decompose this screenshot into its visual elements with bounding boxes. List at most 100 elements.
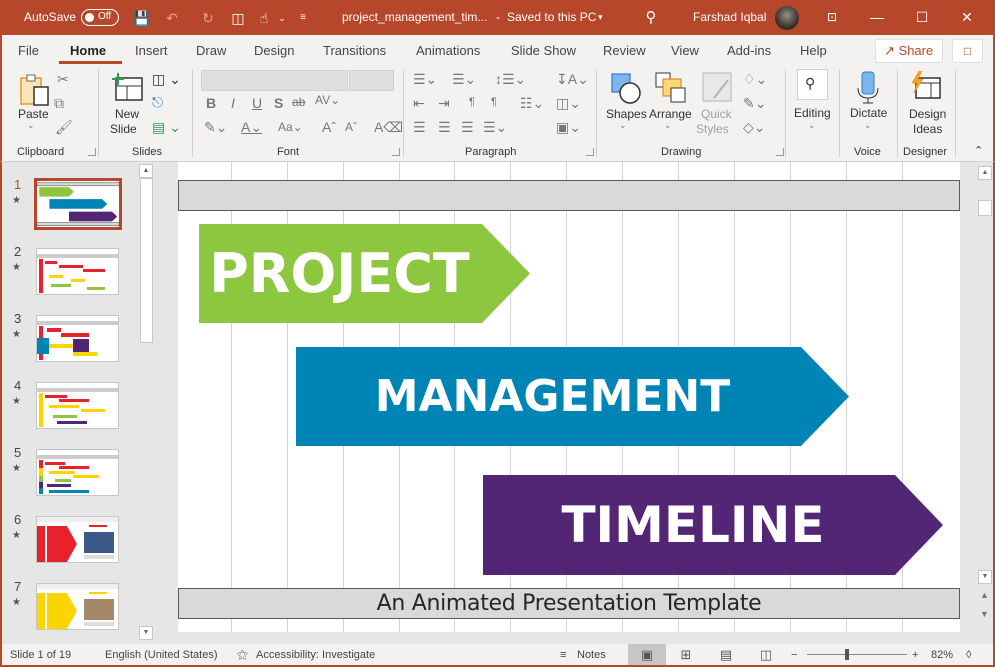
search-icon[interactable]: ⚲ xyxy=(641,8,661,28)
arrow-shape-management[interactable]: MANAGEMENT xyxy=(296,347,849,446)
font-name-select[interactable] xyxy=(201,70,348,91)
language-indicator[interactable]: English (United States) xyxy=(105,649,218,661)
chevron-down-icon[interactable]: ▾ xyxy=(598,12,603,23)
tab-home[interactable]: Home xyxy=(70,43,106,58)
numbering-icon[interactable]: ☰⌄ xyxy=(452,71,476,88)
tab-review[interactable]: Review xyxy=(603,43,646,58)
character-spacing-icon[interactable]: AV⌄ xyxy=(315,93,340,107)
minimize-icon[interactable]: — xyxy=(855,5,899,30)
tab-draw[interactable]: Draw xyxy=(196,43,226,58)
clear-formatting-icon[interactable]: A⌫ xyxy=(374,119,403,136)
paragraph-launcher-icon[interactable] xyxy=(586,148,594,156)
collapse-ribbon-icon[interactable]: ⌃ xyxy=(974,144,983,157)
redo-icon[interactable]: ↻ xyxy=(198,8,218,28)
tab-view[interactable]: View xyxy=(671,43,699,58)
user-name[interactable]: Farshad Iqbal xyxy=(693,10,766,24)
avatar[interactable] xyxy=(775,6,799,30)
notes-button[interactable]: Notes xyxy=(577,649,606,661)
scroll-up-icon[interactable]: ▲ xyxy=(978,166,992,180)
reset-slide-icon[interactable]: ⎋ xyxy=(152,94,163,111)
arrow-shape-project[interactable]: PROJECT xyxy=(199,224,530,323)
tab-animations[interactable]: Animations xyxy=(416,43,480,58)
normal-view-icon[interactable]: ▣ xyxy=(628,644,666,665)
chevron-down-icon[interactable]: ⌄ xyxy=(272,8,292,28)
save-icon[interactable]: 💾 xyxy=(132,8,152,28)
increase-font-icon[interactable]: Aˆ xyxy=(322,119,336,135)
bullets-icon[interactable]: ☰⌄ xyxy=(413,71,437,88)
arrow-shape-timeline[interactable]: TIMELINE xyxy=(483,475,943,575)
change-case-icon[interactable]: Aa⌄ xyxy=(278,120,303,134)
layout-icon[interactable]: ◫ ⌄ xyxy=(152,71,181,88)
shape-fill-icon[interactable]: ♢⌄ xyxy=(743,71,767,88)
italic-icon[interactable]: I xyxy=(231,95,235,111)
close-icon[interactable]: ✕ xyxy=(945,5,989,30)
header-bar[interactable] xyxy=(178,180,960,211)
notes-icon[interactable]: ≡ xyxy=(560,649,566,661)
file-name[interactable]: project_management_tim... xyxy=(342,10,487,24)
bold-icon[interactable]: B xyxy=(206,95,216,111)
line-spacing-icon[interactable]: ↕☰⌄ xyxy=(495,71,526,88)
zoom-slider[interactable] xyxy=(807,654,907,655)
underline-icon[interactable]: U xyxy=(252,95,262,111)
slide-thumbnail-4[interactable] xyxy=(36,382,119,429)
present-icon[interactable]: ◫ xyxy=(228,8,248,28)
ltr-icon[interactable]: ¶ xyxy=(469,96,475,108)
align-center-icon[interactable]: ☰ xyxy=(438,119,451,136)
copy-icon[interactable]: ⧉ xyxy=(54,95,64,112)
slide-thumbnail-3[interactable] xyxy=(36,315,119,362)
slide-thumbnail-5[interactable] xyxy=(36,449,119,496)
tab-file[interactable]: File xyxy=(18,43,39,58)
ribbon-display-icon[interactable]: ⊡ xyxy=(810,5,854,30)
highlight-icon[interactable]: ✎⌄ xyxy=(204,119,227,136)
customize-qat-icon[interactable]: ≡ xyxy=(293,8,313,28)
undo-icon[interactable]: ↶ xyxy=(162,8,182,28)
strikethrough-icon[interactable]: ab xyxy=(292,95,305,109)
fit-to-window-icon[interactable]: ◊ xyxy=(966,649,971,661)
share-button[interactable]: ↗ Share xyxy=(875,39,943,63)
save-status[interactable]: Saved to this PC xyxy=(507,10,596,24)
justify-icon[interactable]: ☰⌄ xyxy=(483,119,507,136)
subtitle-bar[interactable]: An Animated Presentation Template xyxy=(178,588,960,619)
decrease-indent-icon[interactable]: ⇤ xyxy=(413,95,425,112)
touch-mode-icon[interactable]: ☝ xyxy=(254,8,274,28)
tab-add-ins[interactable]: Add-ins xyxy=(727,43,771,58)
align-left-icon[interactable]: ☰ xyxy=(413,119,426,136)
decrease-font-icon[interactable]: Aˇ xyxy=(345,120,357,134)
autosave-toggle[interactable]: Off xyxy=(81,9,119,26)
section-icon[interactable]: ▤ ⌄ xyxy=(152,119,181,136)
previous-slide-icon[interactable]: ▲ xyxy=(980,590,989,600)
slide-sorter-icon[interactable]: ⊞ xyxy=(667,644,705,665)
shape-effects-icon[interactable]: ◇⌄ xyxy=(743,119,766,136)
tab-insert[interactable]: Insert xyxy=(135,43,168,58)
columns-icon[interactable]: ☷⌄ xyxy=(520,95,544,112)
clipboard-launcher-icon[interactable] xyxy=(88,148,96,156)
align-right-icon[interactable]: ☰ xyxy=(461,119,474,136)
scroll-down-icon[interactable]: ▼ xyxy=(139,626,153,640)
font-launcher-icon[interactable] xyxy=(392,148,400,156)
align-text-icon[interactable]: ◫⌄ xyxy=(556,95,581,112)
rtl-icon[interactable]: ¶ xyxy=(491,96,497,108)
tab-help[interactable]: Help xyxy=(800,43,827,58)
scroll-down-icon[interactable]: ▼ xyxy=(978,570,992,584)
zoom-out-icon[interactable]: − xyxy=(791,649,797,661)
slide-thumbnail-7[interactable] xyxy=(36,583,119,630)
tab-design[interactable]: Design xyxy=(254,43,294,58)
text-direction-icon[interactable]: ↧A⌄ xyxy=(556,71,589,88)
accessibility-icon[interactable]: ⚝ xyxy=(237,649,248,662)
slide-thumbnail-6[interactable] xyxy=(36,516,119,563)
zoom-level[interactable]: 82% xyxy=(931,649,953,661)
thumbnail-scrollbar[interactable]: ▲ ▼ xyxy=(139,162,154,644)
drawing-launcher-icon[interactable] xyxy=(776,148,784,156)
zoom-in-icon[interactable]: + xyxy=(912,649,918,661)
increase-indent-icon[interactable]: ⇥ xyxy=(438,95,450,112)
maximize-icon[interactable]: ☐ xyxy=(900,5,944,30)
slide-canvas[interactable]: PROJECT MANAGEMENT TIMELINE An Animated … xyxy=(178,162,960,632)
tab-transitions[interactable]: Transitions xyxy=(323,43,386,58)
slide-thumbnail-1[interactable] xyxy=(34,178,122,230)
scrollbar-thumb[interactable] xyxy=(140,178,153,343)
next-slide-icon[interactable]: ▼ xyxy=(980,609,989,619)
reading-view-icon[interactable]: ▤ xyxy=(707,644,745,665)
font-size-select[interactable] xyxy=(349,70,394,91)
scroll-up-icon[interactable]: ▲ xyxy=(139,164,153,178)
accessibility-status[interactable]: Accessibility: Investigate xyxy=(256,649,375,661)
